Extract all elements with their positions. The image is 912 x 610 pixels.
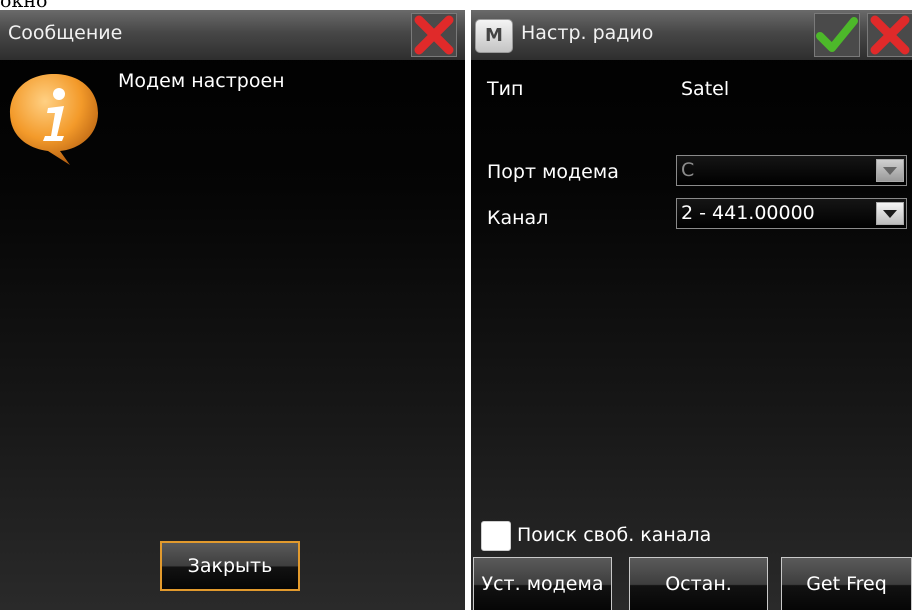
chevron-down-icon[interactable]	[876, 202, 904, 225]
channel-select[interactable]: 2 - 441.00000	[676, 198, 907, 229]
stop-button[interactable]: Остан.	[629, 557, 768, 610]
channel-label: Канал	[487, 207, 549, 229]
free-channel-search-checkbox[interactable]	[481, 521, 511, 551]
message-text: Модем настроен	[118, 70, 285, 92]
chevron-down-icon[interactable]	[876, 159, 904, 182]
checkmark-icon[interactable]	[814, 13, 860, 57]
settings-titlebar: M Настр. радио	[471, 10, 912, 60]
dialog-titlebar: Сообщение	[0, 10, 465, 60]
caption-text: окно	[0, 0, 200, 10]
port-select[interactable]: C	[676, 155, 907, 186]
settings-title: Настр. радио	[521, 22, 654, 44]
port-label: Порт модема	[487, 161, 619, 183]
set-modem-button[interactable]: Уст. модема	[473, 557, 612, 610]
close-button[interactable]: Закрыть	[160, 541, 300, 591]
modem-icon[interactable]: M	[475, 19, 513, 53]
port-select-value: C	[681, 159, 695, 181]
type-value: Satel	[681, 78, 730, 100]
type-label: Тип	[487, 78, 524, 100]
modem-icon-letter: M	[485, 25, 503, 46]
free-channel-search-label: Поиск своб. канала	[517, 524, 712, 546]
close-x-icon[interactable]	[867, 13, 912, 57]
close-x-icon[interactable]	[411, 13, 457, 57]
message-dialog: Сообщение Модем настроен Закрыть	[0, 10, 465, 610]
channel-select-value: 2 - 441.00000	[681, 202, 815, 224]
info-bubble-icon	[8, 70, 102, 172]
get-freq-button[interactable]: Get Freq	[781, 557, 912, 610]
radio-settings-screen: M Настр. радио Тип Satel Порт модема C К…	[471, 10, 912, 610]
dialog-title: Сообщение	[8, 22, 123, 44]
